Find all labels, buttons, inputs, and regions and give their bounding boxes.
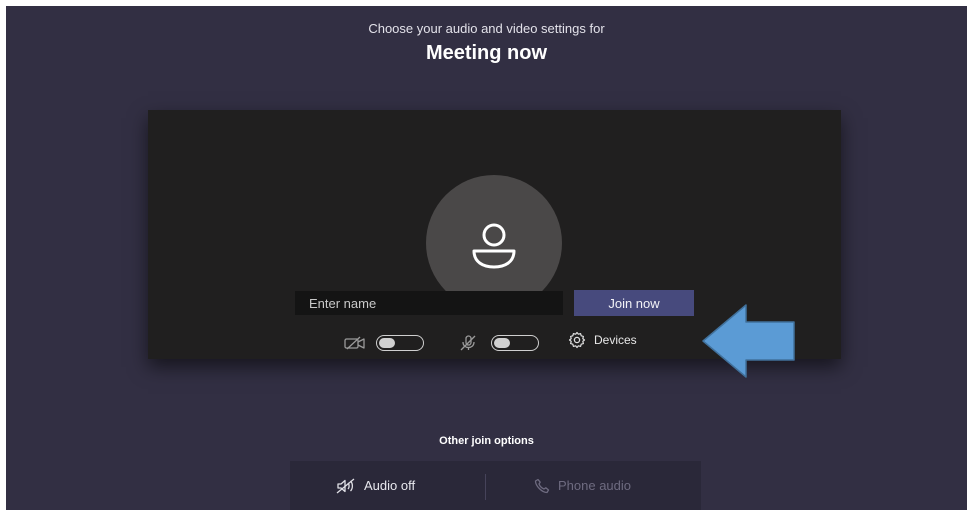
devices-button[interactable]: Devices: [568, 330, 637, 350]
devices-label: Devices: [594, 333, 637, 347]
audio-off-label: Audio off: [364, 478, 416, 493]
phone-icon: [534, 478, 550, 493]
mic-off-icon: [460, 335, 476, 351]
left-arrow-icon: [702, 304, 795, 378]
join-now-button[interactable]: Join now: [574, 290, 694, 316]
camera-off-icon: [344, 336, 365, 350]
meeting-prejoin-screen: Choose your audio and video settings for…: [6, 6, 967, 510]
other-join-options-label: Other join options: [439, 435, 534, 447]
phone-audio-button[interactable]: Phone audio: [534, 461, 631, 510]
page-subtitle: Choose your audio and video settings for: [368, 21, 605, 36]
camera-toggle[interactable]: [376, 335, 424, 351]
page-title: Meeting now: [425, 42, 548, 64]
name-input[interactable]: [295, 291, 563, 315]
audio-off-button[interactable]: Audio off: [336, 461, 415, 510]
mic-toggle[interactable]: [491, 335, 539, 351]
phone-audio-label: Phone audio: [558, 478, 632, 493]
options-divider: [485, 474, 486, 500]
gear-icon: [568, 331, 586, 349]
speaker-off-icon: [336, 477, 355, 494]
other-join-options-panel: Audio off Phone audio: [290, 461, 701, 510]
